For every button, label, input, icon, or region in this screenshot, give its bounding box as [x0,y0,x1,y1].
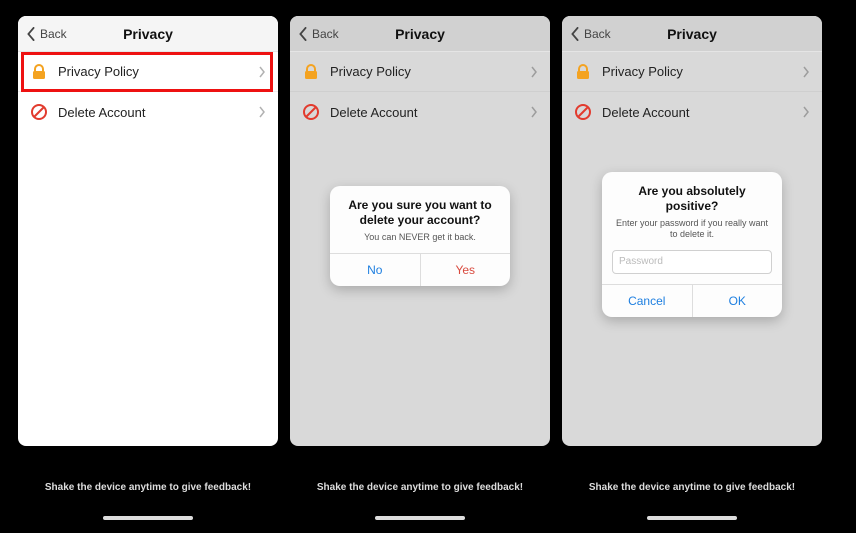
prohibited-icon [302,103,320,121]
lock-icon [30,63,48,81]
dialog-subtitle: Enter your password if you really want t… [602,218,782,250]
chevron-left-icon [26,27,36,41]
privacy-policy-row[interactable]: Privacy Policy [290,52,550,92]
nav-bar: Back Privacy [18,16,278,52]
privacy-screen-2: Back Privacy Privacy Policy Delete Accou… [290,16,550,446]
delete-account-row[interactable]: Delete Account [290,92,550,132]
chevron-left-icon [298,27,308,41]
privacy-screen-1: Back Privacy Privacy Policy Delete Accou… [18,16,278,446]
back-label: Back [584,27,611,41]
row-label: Delete Account [58,105,248,120]
chevron-right-icon [258,106,266,118]
settings-list: Privacy Policy Delete Account [562,52,822,132]
chevron-right-icon [802,106,810,118]
delete-account-row[interactable]: Delete Account [562,92,822,132]
row-label: Privacy Policy [330,64,520,79]
no-button[interactable]: No [330,254,420,286]
home-indicator [103,516,193,520]
row-label: Delete Account [330,105,520,120]
dialog-title: Are you sure you want to delete your acc… [330,186,510,232]
back-button[interactable]: Back [298,27,339,41]
dialog-buttons: Cancel OK [602,284,782,317]
feedback-hint: Shake the device anytime to give feedbac… [18,482,278,493]
row-label: Privacy Policy [58,64,248,79]
chevron-right-icon [258,66,266,78]
back-label: Back [40,27,67,41]
back-button[interactable]: Back [26,27,67,41]
page-title: Privacy [667,26,717,42]
settings-list: Privacy Policy Delete Account [290,52,550,132]
row-label: Privacy Policy [602,64,792,79]
chevron-right-icon [802,66,810,78]
home-indicator [375,516,465,520]
feedback-hint: Shake the device anytime to give feedbac… [562,482,822,493]
delete-account-row[interactable]: Delete Account [18,92,278,132]
lock-icon [574,63,592,81]
back-label: Back [312,27,339,41]
prohibited-icon [574,103,592,121]
yes-button[interactable]: Yes [420,254,511,286]
chevron-left-icon [570,27,580,41]
chevron-right-icon [530,106,538,118]
feedback-hint: Shake the device anytime to give feedbac… [290,482,550,493]
dialog-subtitle: You can NEVER get it back. [330,232,510,253]
ok-button[interactable]: OK [692,285,783,317]
row-label: Delete Account [602,105,792,120]
confirm-delete-dialog: Are you sure you want to delete your acc… [330,186,510,286]
dialog-title: Are you absolutely positive? [602,172,782,218]
prohibited-icon [30,103,48,121]
page-title: Privacy [123,26,173,42]
page-title: Privacy [395,26,445,42]
nav-bar: Back Privacy [562,16,822,52]
settings-list: Privacy Policy Delete Account [18,52,278,132]
password-field[interactable] [612,250,772,274]
home-indicator [647,516,737,520]
dialog-buttons: No Yes [330,253,510,286]
nav-bar: Back Privacy [290,16,550,52]
chevron-right-icon [530,66,538,78]
back-button[interactable]: Back [570,27,611,41]
privacy-policy-row[interactable]: Privacy Policy [562,52,822,92]
lock-icon [302,63,320,81]
privacy-policy-row[interactable]: Privacy Policy [18,52,278,92]
cancel-button[interactable]: Cancel [602,285,692,317]
privacy-screen-3: Back Privacy Privacy Policy Delete Accou… [562,16,822,446]
password-confirm-dialog: Are you absolutely positive? Enter your … [602,172,782,317]
